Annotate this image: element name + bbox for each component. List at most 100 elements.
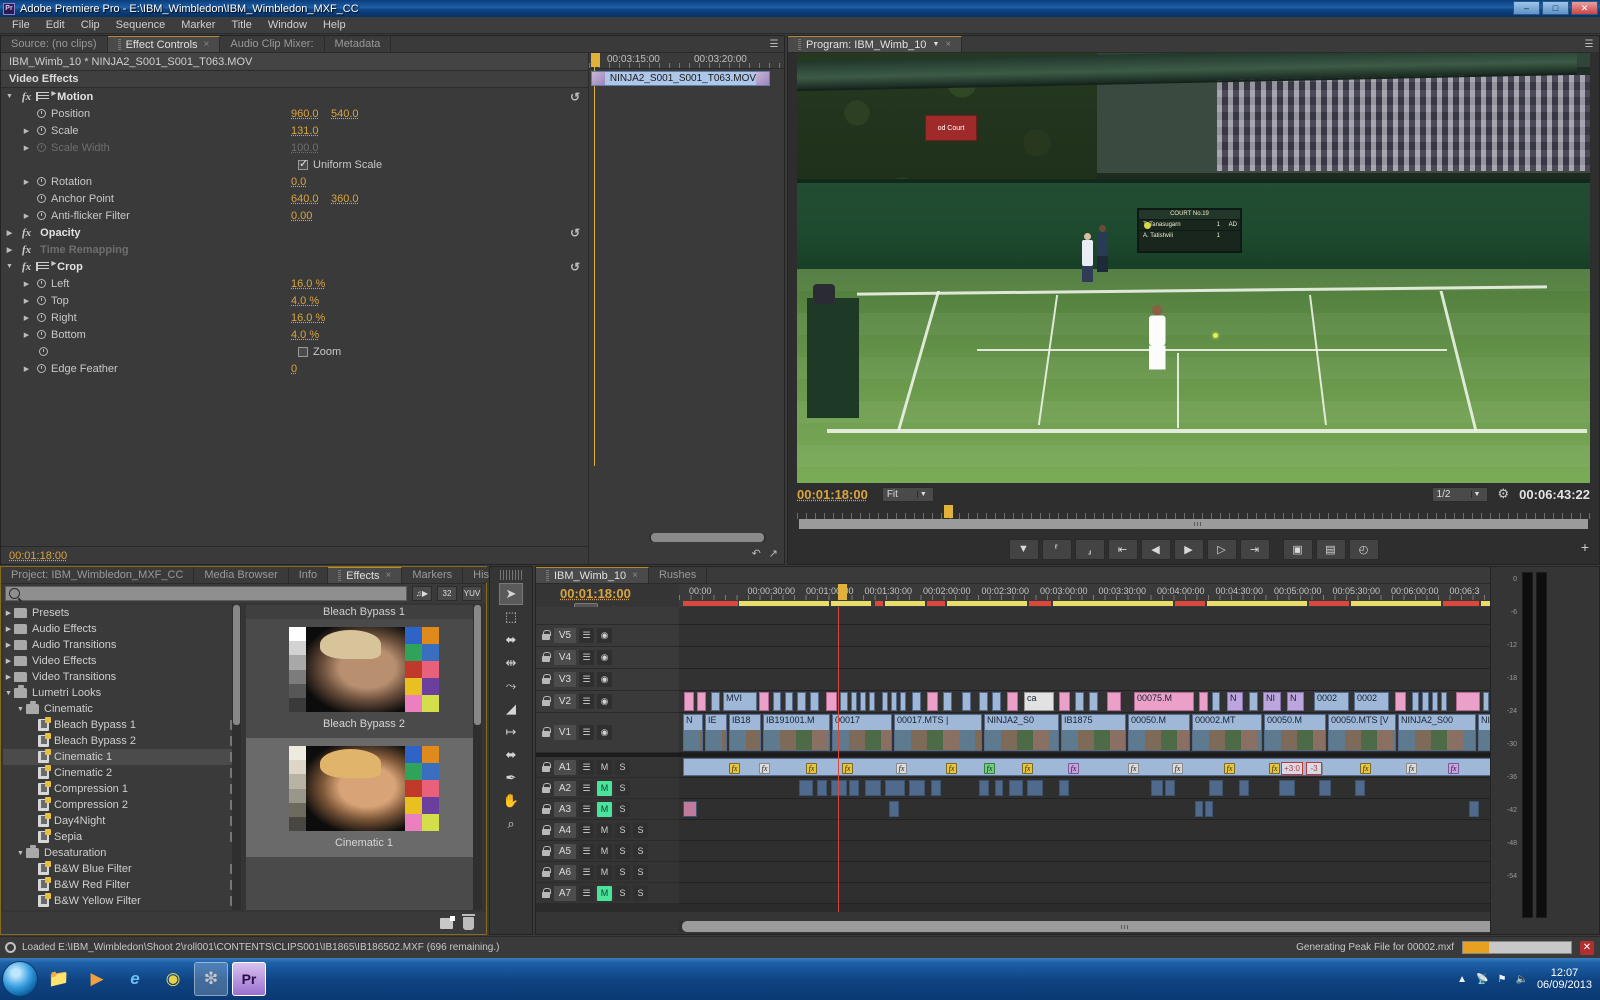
audio-clip[interactable] — [1059, 780, 1069, 796]
effects-tree-item-video-transitions[interactable]: ▶ Video Transitions — [3, 669, 241, 685]
audio-clip[interactable] — [849, 780, 859, 796]
menu-item-help[interactable]: Help — [315, 17, 354, 34]
track-body-a5[interactable] — [679, 841, 1599, 862]
audio-clip[interactable] — [1239, 780, 1249, 796]
effects-tree-item-day4night[interactable]: Day4Night — [3, 813, 241, 829]
mute-track-button[interactable]: M — [597, 780, 612, 796]
target-track-icon[interactable]: ☰ — [579, 694, 594, 709]
timeline-clip[interactable] — [1075, 692, 1084, 711]
track-name-label[interactable]: A4 — [554, 822, 576, 838]
track-header-v4[interactable]: V4 ☰ ◉ — [536, 647, 679, 669]
timeline-time-ruler[interactable]: 00:00 00:00:30:00 00:01:00:00 00:01:30:00 00… — [679, 584, 1599, 607]
param-value-0[interactable]: 0.00 — [291, 210, 312, 222]
effects-tree[interactable]: ▶ Presets ▶ Audio Effects ▶ Audio Transitions… — [3, 605, 241, 910]
reset-icon[interactable]: ↺ — [570, 226, 580, 240]
effects-tree-item-bleach-bypass-2[interactable]: Bleach Bypass 2 — [3, 733, 241, 749]
lock-icon[interactable] — [541, 887, 551, 899]
lock-icon[interactable] — [541, 696, 551, 707]
target-track-icon[interactable]: ☰ — [579, 780, 594, 796]
audio-clip[interactable] — [1151, 780, 1163, 796]
timeline-clip[interactable] — [1249, 692, 1258, 711]
audio-clip[interactable] — [1205, 801, 1213, 817]
track-header-a5[interactable]: A5 ☰ M S S — [536, 841, 679, 862]
lock-icon[interactable] — [541, 761, 551, 773]
effects-tree-item-audio-transitions[interactable]: ▶ Audio Transitions — [3, 637, 241, 653]
effect-controls-panel-menu-icon[interactable]: ☰ — [764, 36, 784, 52]
timeline-clip[interactable] — [759, 692, 769, 711]
tab-source-no-clips[interactable]: Source: (no clips) — [1, 36, 108, 52]
effects-tree-item-b-w-blue-filter[interactable]: B&W Blue Filter — [3, 861, 241, 877]
timeline-clip[interactable]: NINJA2_S00 — [1398, 714, 1476, 751]
premiere-pro-icon[interactable]: Pr — [232, 962, 266, 996]
solo-track-button[interactable]: S — [615, 843, 630, 859]
menu-item-file[interactable]: File — [4, 17, 38, 34]
target-track-icon[interactable]: ☰ — [579, 672, 594, 687]
chevron-right-icon[interactable] — [22, 144, 31, 152]
target-track-icon[interactable]: ☰ — [579, 725, 594, 740]
lock-icon[interactable] — [541, 727, 551, 738]
timeline-clip[interactable] — [912, 692, 921, 711]
preview-card[interactable]: Bleach Bypass 2 — [246, 619, 482, 738]
track-header-v1[interactable]: V1 ☰ ◉ — [536, 713, 679, 753]
toggle-track-output-icon[interactable]: ◉ — [597, 725, 612, 740]
lock-icon[interactable] — [541, 803, 551, 815]
timeline-clip[interactable] — [943, 692, 952, 711]
pen-tool[interactable]: ✒ — [499, 767, 523, 789]
checkbox-uniform scale[interactable] — [298, 157, 308, 170]
timeline-clip[interactable] — [1089, 692, 1098, 711]
rolling-edit-tool[interactable]: ⇹ — [499, 652, 523, 674]
audio-clip[interactable] — [1165, 780, 1175, 796]
timeline-clip[interactable] — [1412, 692, 1419, 711]
timeline-clip[interactable]: 0002 — [1354, 692, 1389, 711]
audio-clip[interactable] — [931, 780, 941, 796]
timeline-clip[interactable]: IB18 — [729, 714, 761, 751]
internet-explorer-icon[interactable]: e — [118, 962, 152, 996]
effects-tree-item-lumetri-looks[interactable]: ▼ Lumetri Looks — [3, 685, 241, 701]
zoom-tool[interactable]: ⌕ — [499, 813, 523, 835]
rate-stretch-tool[interactable]: ⤳ — [499, 675, 523, 697]
clip-fx-badge[interactable]: fx — [1224, 763, 1235, 774]
tab-media-browser[interactable]: Media Browser — [194, 567, 289, 583]
audio-clip[interactable] — [885, 780, 905, 796]
lock-icon[interactable] — [541, 824, 551, 836]
start-button-icon[interactable] — [2, 961, 38, 997]
track-header-v2[interactable]: V2 ☰ ◉ — [536, 691, 679, 713]
audio-clip[interactable] — [889, 801, 899, 817]
ripple-edit-tool[interactable]: ⬌ — [499, 629, 523, 651]
program-playhead[interactable] — [944, 505, 953, 518]
checkbox-zoom[interactable] — [298, 346, 308, 357]
toggle-track-output-icon[interactable]: ◉ — [597, 694, 612, 709]
play-stop-button[interactable]: ▶ — [1173, 538, 1204, 560]
close-icon[interactable]: × — [945, 39, 951, 50]
clip-fx-badge[interactable]: fx — [1068, 763, 1079, 774]
timeline-clip[interactable]: 00050.MTS [V — [1328, 714, 1396, 751]
program-video-frame[interactable]: od Court COURT No.19 T. Tanasugarn A. Ta… — [797, 53, 1590, 483]
preview-card[interactable]: Cinematic 1 — [246, 738, 482, 857]
reset-icon[interactable]: ↺ — [570, 90, 580, 104]
chevron-down-icon[interactable] — [5, 93, 14, 100]
ec-fade-out-handle[interactable] — [756, 72, 769, 85]
mute-track-button[interactable]: M — [597, 759, 612, 775]
track-name-label[interactable]: V1 — [554, 725, 576, 740]
track-header-a2[interactable]: A2 ☰ M S — [536, 778, 679, 799]
app-icon[interactable]: ❇ — [194, 962, 228, 996]
button-editor-icon[interactable]: + — [1581, 539, 1589, 555]
timeline-clip[interactable] — [860, 692, 866, 711]
track-body-v2[interactable]: MVIca00075.MNNIN00020002N — [679, 691, 1599, 713]
menu-item-window[interactable]: Window — [260, 17, 315, 34]
track-header-a6[interactable]: A6 ☰ M S S — [536, 862, 679, 883]
audio-clip[interactable] — [979, 780, 989, 796]
timeline-clip[interactable]: 00075.M — [1134, 692, 1194, 711]
clip-warning-label[interactable]: +3:0 — [1281, 762, 1303, 775]
selection-tool[interactable]: ➤ — [499, 583, 523, 605]
ec-goto-prev-icon[interactable]: ↶ — [752, 547, 761, 560]
accelerated-effects-filter-icon[interactable]: ♫▶ — [412, 586, 432, 601]
track-header-a4[interactable]: A4 ☰ M S S — [536, 820, 679, 841]
timeline-playhead[interactable] — [838, 584, 847, 600]
track-name-label[interactable]: A5 — [554, 843, 576, 859]
audio-clip[interactable] — [1195, 801, 1203, 817]
menu-item-sequence[interactable]: Sequence — [108, 17, 174, 34]
clip-fx-badge[interactable]: fx — [1269, 763, 1280, 774]
effects-tree-item-sepia[interactable]: Sepia — [3, 829, 241, 845]
target-track-icon[interactable]: ☰ — [579, 864, 594, 880]
